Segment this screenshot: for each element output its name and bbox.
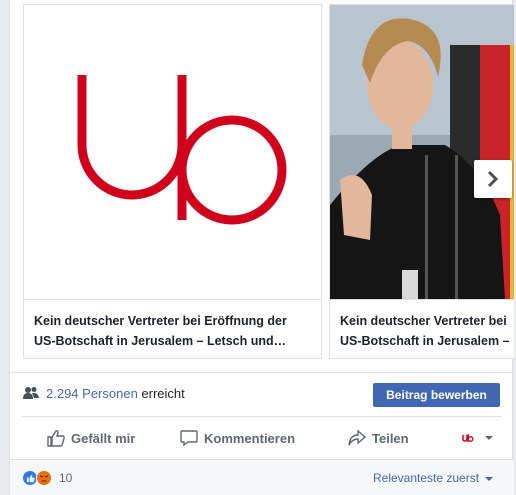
reach-suffix: erreicht [137, 386, 185, 401]
card-title-line: Kein deutscher Vertreter bei [340, 314, 507, 328]
speaker-photo [330, 5, 514, 299]
card-title-line: Kein deutscher Vertreter bei Eröffnung d… [34, 314, 287, 328]
thumbs-up-icon [26, 474, 35, 482]
reach-count-link[interactable]: 2.294 Personen [46, 386, 138, 401]
sort-label: Relevanteste zuerst [373, 471, 480, 485]
reach-bar: 2.294 Personen erreicht Beitrag bewerben [10, 372, 514, 416]
carousel-card[interactable]: Kein deutscher Vertreter bei Eröffnung d… [23, 4, 322, 359]
post-as-selector[interactable] [460, 417, 500, 459]
share-button[interactable]: Teilen [348, 417, 409, 459]
card-title[interactable]: Kein deutscher Vertreter bei US-Botschaf… [340, 311, 514, 351]
share-label: Teilen [372, 430, 409, 446]
comment-label: Kommentieren [204, 430, 296, 446]
carousel-next-button[interactable] [474, 160, 512, 198]
like-button[interactable]: Gefällt mir [47, 417, 135, 459]
post-actions: Gefällt mir Kommentieren Teilen [22, 416, 502, 459]
caret-down-icon [485, 436, 493, 440]
angry-face-icon [37, 471, 51, 485]
comment-button[interactable]: Kommentieren [180, 417, 295, 459]
like-label: Gefällt mir [71, 430, 136, 446]
comment-icon [180, 430, 198, 447]
post: Kein deutscher Vertreter bei Eröffnung d… [9, 0, 514, 495]
card-image[interactable] [330, 5, 514, 300]
share-icon [348, 429, 366, 446]
thumbs-up-icon [47, 430, 65, 447]
ub-logo [24, 5, 321, 299]
boost-post-button[interactable]: Beitrag bewerben [373, 383, 500, 407]
angry-reaction-icon[interactable] [36, 470, 52, 486]
card-title-line: US-Botschaft in Jerusalem – Letsch und… [34, 334, 287, 348]
chevron-right-icon [487, 170, 499, 188]
reactions-bar: 10 Relevanteste zuerst [10, 459, 514, 495]
reaction-count[interactable]: 10 [59, 471, 72, 485]
comment-sort-dropdown[interactable]: Relevanteste zuerst [373, 471, 494, 485]
page-avatar-icon [461, 433, 475, 443]
card-image[interactable] [24, 5, 321, 300]
caret-down-icon [485, 477, 494, 481]
link-carousel: Kein deutscher Vertreter bei Eröffnung d… [10, 0, 514, 372]
reach-text: 2.294 Personen erreicht [46, 386, 185, 401]
card-title[interactable]: Kein deutscher Vertreter bei Eröffnung d… [34, 311, 315, 351]
people-icon [23, 387, 39, 399]
card-title-line: US-Botschaft in Jerusalem – [340, 334, 510, 348]
